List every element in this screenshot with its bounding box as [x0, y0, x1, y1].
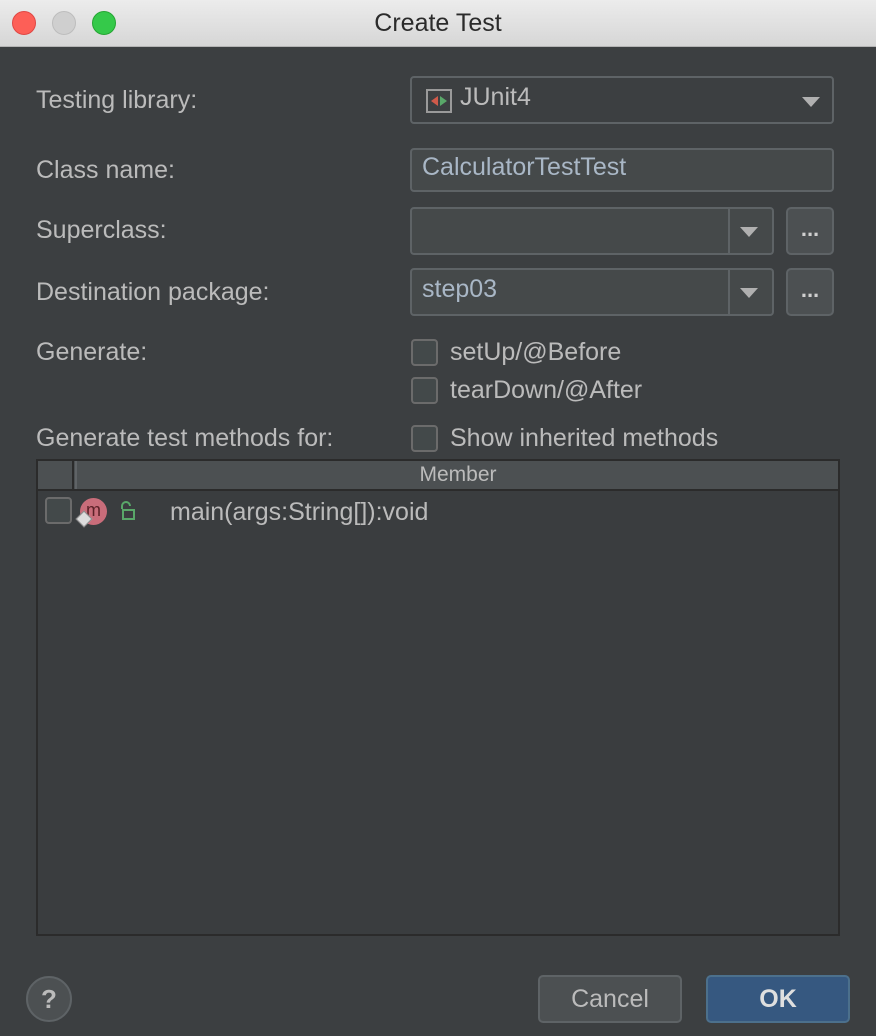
- show-inherited-label: Show inherited methods: [450, 424, 719, 452]
- table-header: Member: [38, 461, 838, 491]
- teardown-after-label: tearDown/@After: [450, 376, 643, 404]
- chevron-down-icon: [740, 227, 758, 237]
- generate-label: Generate:: [36, 338, 148, 366]
- destination-package-browse-button[interactable]: ...: [786, 268, 834, 316]
- method-signature: main(args:String[]):void: [170, 498, 429, 526]
- destination-package-value: step03: [422, 275, 498, 303]
- member-column-header[interactable]: Member: [78, 463, 838, 487]
- testing-library-label: Testing library:: [36, 86, 198, 114]
- class-name-value: CalculatorTestTest: [422, 153, 627, 181]
- window-title: Create Test: [374, 9, 502, 37]
- column-divider: [72, 461, 74, 489]
- destination-package-label: Destination package:: [36, 278, 270, 306]
- setup-before-checkbox[interactable]: [411, 339, 438, 366]
- destination-package-combo[interactable]: step03: [410, 268, 774, 316]
- chevron-down-icon: [740, 288, 758, 298]
- combo-separator: [728, 270, 730, 314]
- ok-button[interactable]: OK: [706, 975, 850, 1023]
- chevron-down-icon: [802, 97, 820, 107]
- superclass-combo[interactable]: [410, 207, 774, 255]
- superclass-label: Superclass:: [36, 216, 167, 244]
- methods-for-label: Generate test methods for:: [36, 424, 334, 452]
- junit-icon: [426, 89, 452, 113]
- help-button[interactable]: ?: [26, 976, 72, 1022]
- class-name-label: Class name:: [36, 156, 175, 184]
- cancel-button[interactable]: Cancel: [538, 975, 682, 1023]
- testing-library-dropdown[interactable]: JUnit4: [410, 76, 834, 124]
- teardown-after-checkbox[interactable]: [411, 377, 438, 404]
- column-divider: [75, 461, 77, 489]
- row-checkbox[interactable]: [45, 497, 72, 524]
- members-table[interactable]: Member m main(args:String[]):void: [36, 459, 840, 936]
- title-bar: Create Test: [0, 0, 876, 47]
- combo-separator: [728, 209, 730, 253]
- class-name-field[interactable]: CalculatorTestTest: [410, 148, 834, 192]
- unlocked-icon: [121, 501, 135, 520]
- superclass-browse-button[interactable]: ...: [786, 207, 834, 255]
- setup-before-label: setUp/@Before: [450, 338, 622, 366]
- table-row[interactable]: [38, 489, 838, 533]
- testing-library-value: JUnit4: [460, 83, 531, 111]
- show-inherited-checkbox[interactable]: [411, 425, 438, 452]
